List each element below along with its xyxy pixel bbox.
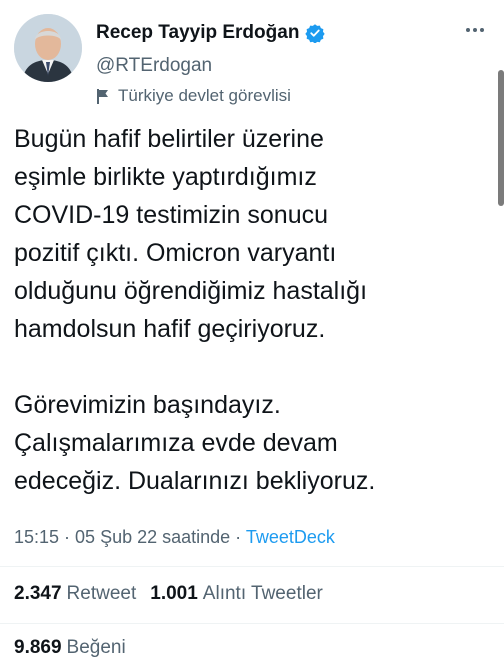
- retweets-stat[interactable]: 2.347 Retweet: [14, 583, 136, 605]
- tweet-text: Bugün hafif belirtiler üzerine eşimle bi…: [14, 125, 376, 495]
- avatar[interactable]: [14, 14, 82, 82]
- scrollbar[interactable]: [498, 70, 504, 206]
- divider: [0, 566, 504, 567]
- tweet-source-link[interactable]: TweetDeck: [246, 527, 335, 547]
- retweets-label: Retweet: [66, 583, 137, 604]
- more-options-icon[interactable]: [466, 28, 484, 32]
- likes-count: 9.869: [14, 637, 62, 658]
- profile-photo: [14, 14, 82, 82]
- quotes-label: Alıntı Tweetler: [202, 583, 323, 604]
- divider: [0, 623, 504, 624]
- retweet-quote-stats: 2.347 Retweet 1.001 Alıntı Tweetler: [14, 583, 323, 605]
- retweets-count: 2.347: [14, 583, 62, 604]
- author-name-row[interactable]: Recep Tayyip Erdoğan: [96, 22, 326, 44]
- likes-stats: 9.869 Beğeni: [14, 637, 126, 659]
- quotes-stat[interactable]: 1.001 Alıntı Tweetler: [150, 583, 323, 605]
- quotes-count: 1.001: [150, 583, 198, 604]
- likes-stat[interactable]: 9.869 Beğeni: [14, 637, 126, 659]
- likes-label: Beğeni: [66, 637, 126, 658]
- account-label-text: Türkiye devlet görevlisi: [118, 86, 291, 105]
- account-label: Türkiye devlet görevlisi: [96, 86, 291, 106]
- verified-badge-icon: [305, 23, 326, 44]
- tweet-timestamp[interactable]: 15:15 · 05 Şub 22 saatinde ·: [14, 527, 246, 547]
- tweet-meta: 15:15 · 05 Şub 22 saatinde · TweetDeck: [14, 527, 335, 548]
- author-name[interactable]: Recep Tayyip Erdoğan: [96, 22, 299, 44]
- author-handle[interactable]: @RTErdogan: [96, 55, 212, 77]
- flag-icon: [96, 88, 110, 104]
